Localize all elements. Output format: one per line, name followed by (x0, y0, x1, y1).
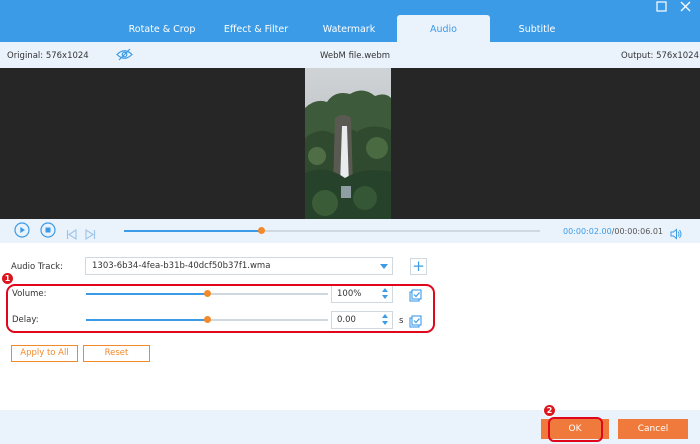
current-time: 00:00:02.00 (563, 227, 612, 236)
close-icon[interactable] (679, 1, 691, 13)
audio-track-label: Audio Track: (11, 262, 63, 272)
tab-watermark[interactable]: Watermark (305, 15, 393, 42)
video-preview-area (0, 68, 700, 219)
annotation-badge-2: 2 (543, 404, 556, 417)
file-name: WebM file.webm (320, 51, 391, 61)
cancel-button[interactable]: Cancel (618, 419, 688, 439)
timeline-progress (124, 230, 262, 232)
chevron-down-icon (380, 264, 388, 269)
annotation-badge-1: 1 (1, 272, 14, 285)
previous-frame-icon[interactable] (66, 225, 77, 244)
highlight-ok-button (548, 417, 603, 442)
info-bar: Original: 576x1024 WebM file.webm Output… (0, 42, 700, 68)
video-preview (305, 68, 391, 219)
tab-rotate-crop[interactable]: Rotate & Crop (118, 15, 206, 42)
volume-icon[interactable] (670, 225, 682, 244)
tab-bar: Rotate & Crop Effect & Filter Watermark … (0, 0, 700, 42)
output-resolution: Output: 576x1024 (621, 51, 699, 61)
original-resolution: Original: 576x1024 (7, 51, 89, 61)
playback-controls: 00:00:02.00/00:00:06.01 (0, 219, 700, 243)
tab-audio[interactable]: Audio (397, 15, 490, 42)
eye-icon[interactable] (116, 48, 133, 64)
reset-button[interactable]: Reset (83, 345, 150, 362)
maximize-icon[interactable] (655, 1, 667, 13)
time-display: 00:00:02.00/00:00:06.01 (563, 227, 663, 236)
total-time: /00:00:06.01 (611, 227, 664, 236)
tab-effect-filter[interactable]: Effect & Filter (213, 15, 299, 42)
audio-track-value: 1303-6b34-4fea-b31b-40dcf50b37f1.wma (92, 261, 271, 271)
stop-icon[interactable] (40, 222, 56, 242)
timeline-slider[interactable] (124, 227, 540, 234)
play-icon[interactable] (14, 222, 30, 242)
tab-subtitle[interactable]: Subtitle (492, 15, 582, 42)
highlight-volume-delay (6, 284, 435, 333)
apply-to-all-button[interactable]: Apply to All (11, 345, 78, 362)
plus-icon: + (412, 257, 425, 275)
timeline-thumb[interactable] (258, 227, 266, 234)
audio-track-select[interactable]: 1303-6b34-4fea-b31b-40dcf50b37f1.wma (85, 257, 393, 275)
add-audio-track-button[interactable]: + (410, 258, 427, 275)
next-frame-icon[interactable] (85, 225, 96, 244)
